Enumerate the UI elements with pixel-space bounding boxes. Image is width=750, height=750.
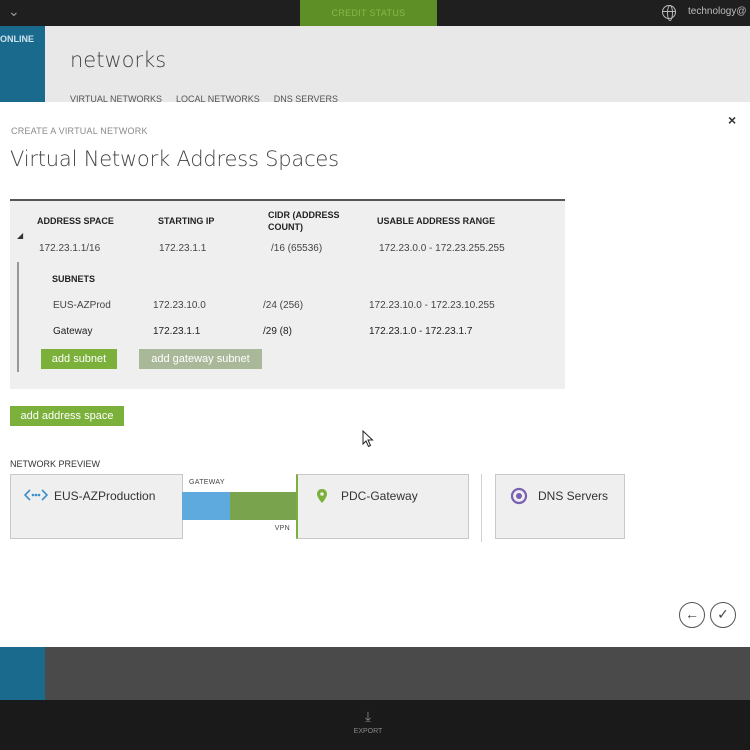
online-label: ONLINE: [0, 34, 35, 44]
finish-check-button[interactable]: ✓: [710, 602, 736, 628]
gateway-label: GATEWAY: [189, 479, 225, 486]
close-icon[interactable]: ×: [728, 112, 736, 128]
collapse-triangle-icon[interactable]: ◢: [17, 231, 23, 240]
subnet-starting-ip[interactable]: 172.23.1.1: [153, 326, 200, 337]
subnet-cidr[interactable]: /24 (256): [263, 300, 303, 311]
header-cidr-line2: COUNT): [268, 222, 303, 232]
dns-label: DNS Servers: [538, 489, 609, 503]
address-space-starting-ip[interactable]: 172.23.1.1: [159, 243, 206, 254]
breadcrumb: CREATE A VIRTUAL NETWORK: [11, 126, 148, 136]
header-cidr-line1: CIDR (ADDRESS: [268, 210, 340, 220]
header-cidr: CIDR (ADDRESS COUNT): [268, 209, 340, 233]
export-label: EXPORT: [353, 728, 383, 735]
dns-preview-card: DNS Servers: [495, 474, 625, 539]
dialog-title: Virtual Network Address Spaces: [10, 147, 339, 171]
back-arrow-button[interactable]: ←: [679, 602, 705, 628]
subnets-border: [17, 262, 19, 372]
account-name[interactable]: technology@: [688, 6, 747, 17]
local-network-preview-card: PDC-Gateway: [296, 474, 469, 539]
dns-server-icon: [510, 487, 528, 505]
export-button[interactable]: ⤓ EXPORT: [350, 708, 386, 735]
subnet-name[interactable]: Gateway: [53, 326, 92, 337]
subnet-starting-ip[interactable]: 172.23.10.0: [153, 300, 206, 311]
address-space-range: 172.23.0.0 - 172.23.255.255: [379, 243, 505, 254]
mouse-cursor-icon: [362, 430, 374, 448]
add-gateway-subnet-button[interactable]: add gateway subnet: [139, 349, 262, 369]
download-icon: ⤓: [364, 708, 372, 724]
address-space-value[interactable]: 172.23.1.1/16: [39, 243, 100, 254]
left-nav-bottom: [0, 647, 45, 700]
network-preview-label: NETWORK PREVIEW: [10, 459, 101, 469]
subnet-cidr[interactable]: /29 (8): [263, 326, 292, 337]
add-subnet-button[interactable]: add subnet: [41, 349, 117, 369]
main-content-bg-bottom: [45, 647, 750, 700]
globe-icon[interactable]: [662, 5, 676, 21]
chevron-down-icon[interactable]: ⌄: [8, 3, 20, 20]
address-space-table: ADDRESS SPACE STARTING IP CIDR (ADDRESS …: [10, 199, 565, 389]
local-network-name: PDC-Gateway: [341, 489, 418, 503]
vpn-bar-top: [230, 492, 296, 506]
subnets-heading: SUBNETS: [52, 274, 96, 284]
page-title: networks: [70, 48, 167, 72]
location-pin-icon: [317, 489, 327, 503]
subnet-name[interactable]: EUS-AZProd: [53, 300, 111, 311]
vpn-label: VPN: [274, 525, 290, 532]
vnet-name: EUS-AZProduction: [54, 489, 156, 503]
address-space-cidr[interactable]: /16 (65536): [271, 243, 322, 254]
gateway-connector: GATEWAY VPN: [182, 474, 296, 539]
vnet-icon: [24, 489, 48, 501]
subnet-range: 172.23.1.0 - 172.23.1.7: [369, 326, 473, 337]
preview-divider: [481, 474, 482, 542]
header-address-space: ADDRESS SPACE: [37, 216, 114, 226]
credit-status-button[interactable]: CREDIT STATUS: [300, 0, 437, 26]
add-address-space-button[interactable]: add address space: [10, 406, 124, 426]
create-vnet-dialog: × CREATE A VIRTUAL NETWORK Virtual Netwo…: [0, 102, 750, 647]
header-usable-range: USABLE ADDRESS RANGE: [377, 216, 496, 226]
vpn-bar-bottom: [230, 506, 296, 520]
header-starting-ip: STARTING IP: [158, 216, 215, 226]
subnet-range: 172.23.10.0 - 172.23.10.255: [369, 300, 495, 311]
vnet-preview-card: EUS-AZProduction: [10, 474, 183, 539]
